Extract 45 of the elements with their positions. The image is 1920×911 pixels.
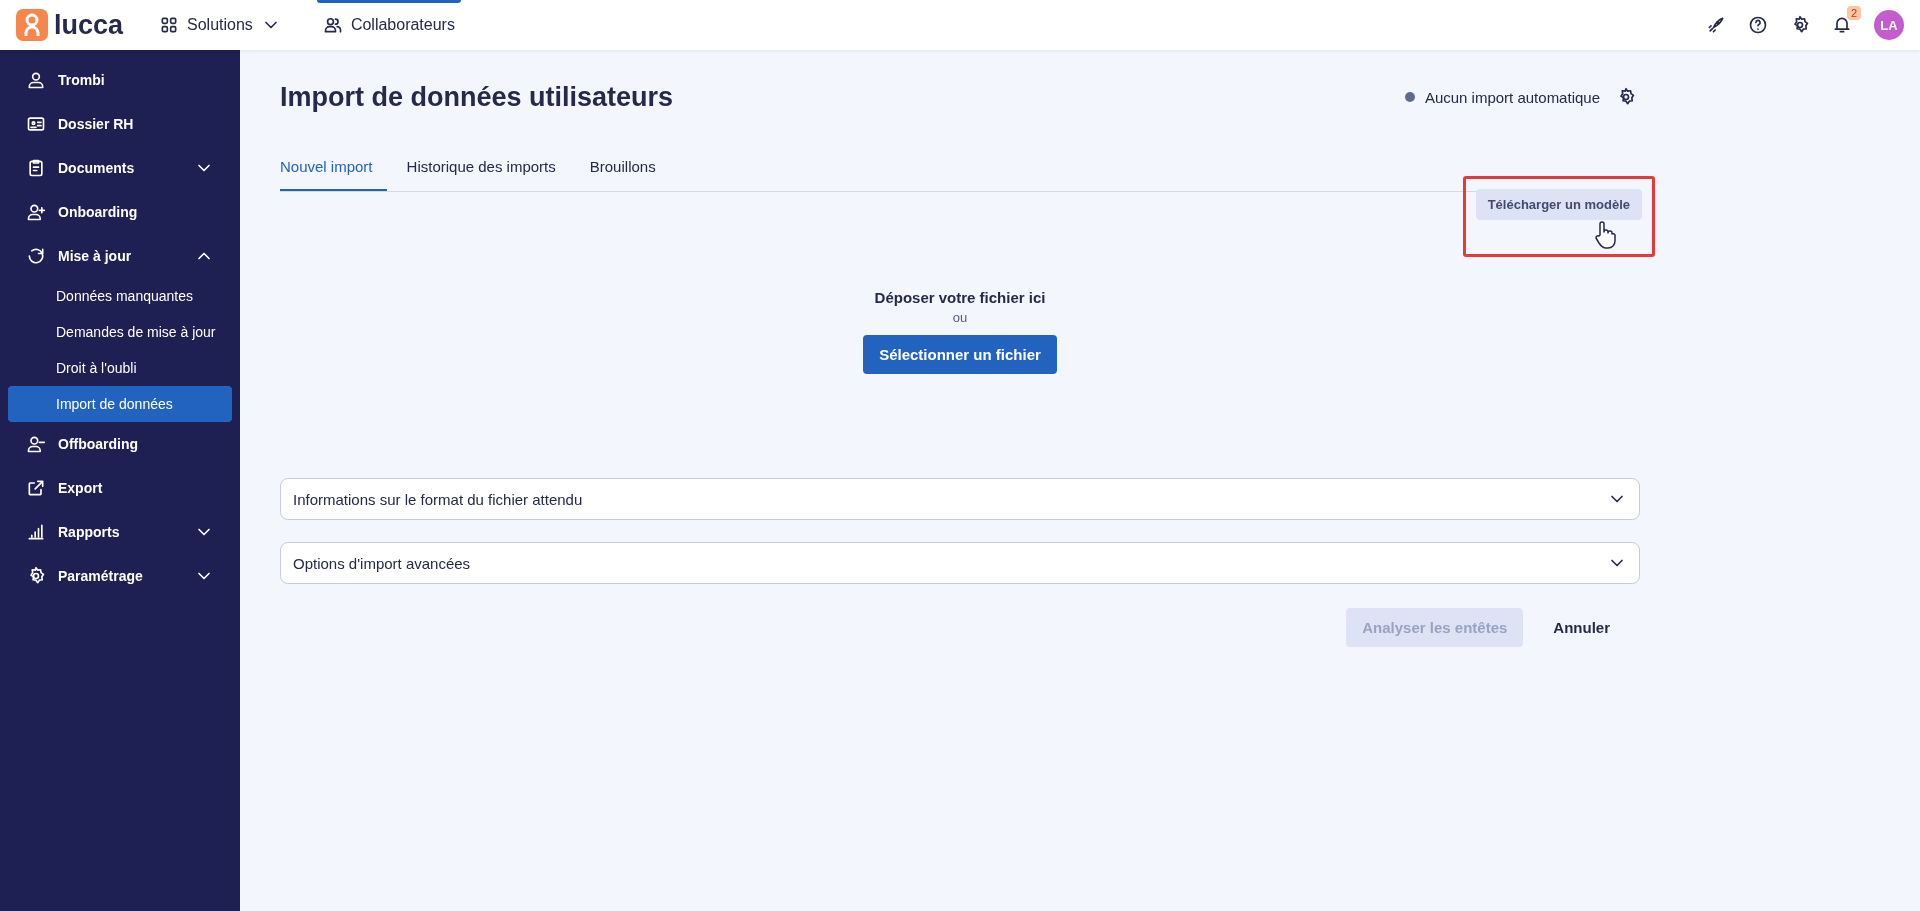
nav-tab[interactable]: Solutions — [153, 0, 287, 50]
sidebar-item[interactable]: Paramétrage — [0, 554, 240, 598]
tab[interactable]: Nouvel import — [280, 146, 387, 191]
sidebar-item[interactable]: Offboarding — [0, 422, 240, 466]
refresh-icon — [26, 246, 46, 266]
sidebar-item[interactable]: Documents — [0, 146, 240, 190]
person-icon — [26, 70, 46, 90]
dropzone-text: Déposer votre fichier ici — [874, 289, 1046, 306]
sidebar-item[interactable]: Mise à jour — [0, 234, 240, 278]
accordion-header[interactable]: Informations sur le format du fichier attendu — [280, 478, 1640, 520]
sidebar-item[interactable]: Dossier RH — [0, 102, 240, 146]
select-file-button[interactable]: Sélectionner un fichier — [863, 335, 1057, 374]
help-icon[interactable] — [1748, 15, 1768, 35]
sidebar-item[interactable]: Onboarding — [0, 190, 240, 234]
tab[interactable]: Historique des imports — [406, 146, 570, 191]
notification-count: 2 — [1846, 6, 1861, 20]
logo-text: lucca — [54, 9, 124, 41]
status-dot — [1404, 92, 1415, 102]
nav-tab[interactable]: Collaborateurs — [316, 0, 461, 50]
people-icon — [322, 15, 343, 35]
sidebar-item[interactable]: Export — [0, 466, 240, 510]
external-link-icon — [26, 478, 46, 498]
logo-icon — [16, 9, 48, 41]
sidebar-subitem[interactable]: Données manquantes — [8, 278, 232, 314]
tab[interactable]: Brouillons — [589, 146, 670, 191]
person-minus-icon — [26, 434, 46, 454]
hand-cursor-icon — [1594, 221, 1616, 249]
or-text: ou — [952, 310, 968, 325]
cancel-button[interactable]: Annuler — [1537, 608, 1626, 647]
sidebar-subitem[interactable]: Import de données — [8, 386, 232, 422]
sidebar-subitem[interactable]: Droit à l'oubli — [8, 350, 232, 386]
person-plus-icon — [26, 202, 46, 222]
sidebar-item[interactable]: Trombi — [0, 58, 240, 102]
sidebar-subitem[interactable]: Demandes de mise à jour — [8, 314, 232, 350]
bar-chart-icon — [26, 522, 46, 542]
status-text: Aucun import automatique — [1424, 88, 1600, 106]
user-avatar[interactable]: LA — [1874, 10, 1904, 40]
accordion-header[interactable]: Options d'import avancées — [280, 542, 1640, 584]
grid-icon — [159, 15, 180, 35]
page-title: Import de données utilisateurs — [280, 81, 674, 113]
clipboard-icon — [26, 158, 46, 178]
notification-bell-icon[interactable] — [1832, 15, 1852, 35]
download-template-button[interactable]: Télécharger un modèle — [1475, 189, 1642, 220]
sidebar-item[interactable]: Rapports — [0, 510, 240, 554]
id-card-icon — [26, 114, 46, 134]
